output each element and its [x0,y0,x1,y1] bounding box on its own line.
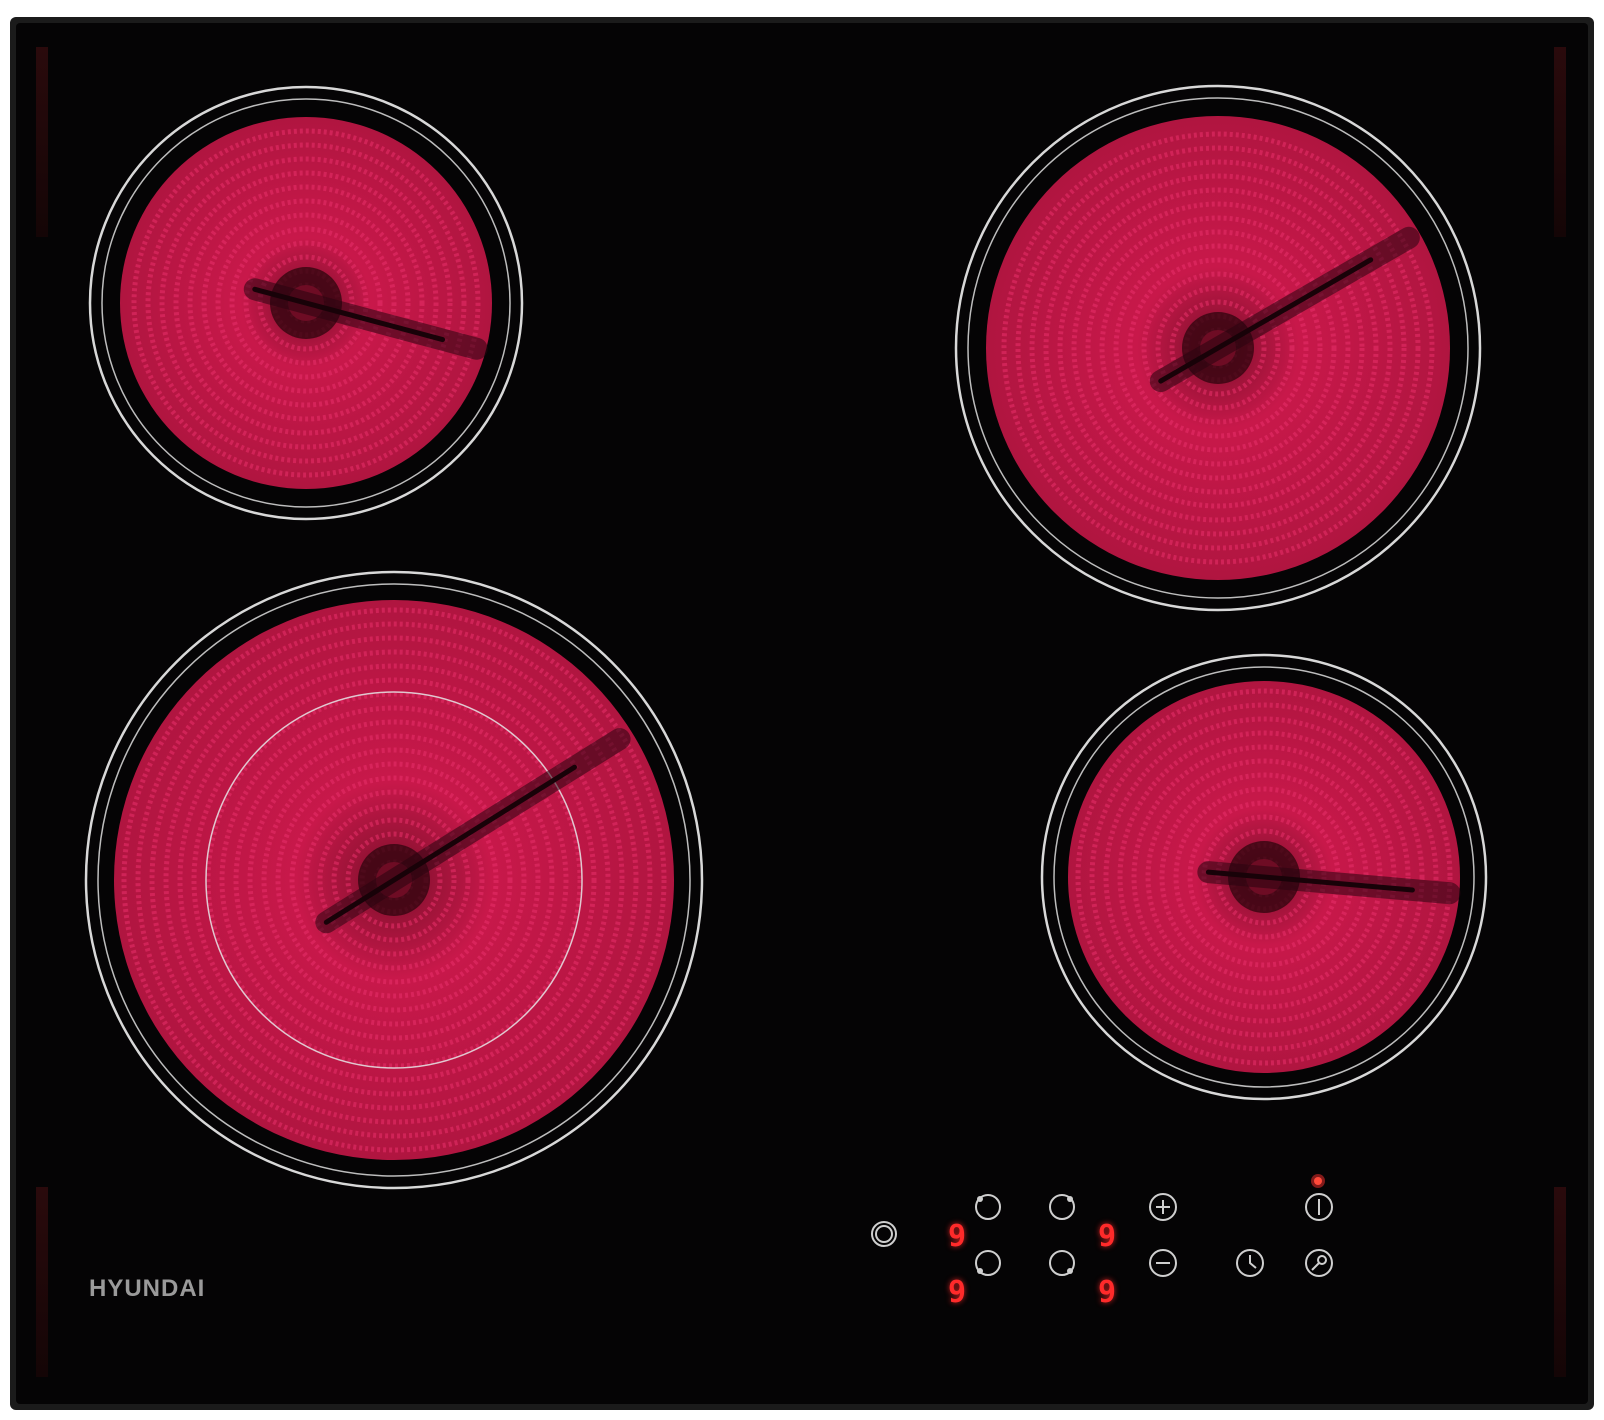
zone-position-dot [1067,1268,1073,1274]
edge-glow [36,1187,48,1377]
edge-glow [1554,1187,1566,1377]
edge-glow [1554,47,1566,237]
zone-display-rear-right: 9 [1098,1219,1117,1254]
zone-position-dot [977,1268,983,1274]
edge-glow [36,47,48,237]
zone-position-dot [977,1196,983,1202]
zone-position-dot [1067,1196,1073,1202]
power-indicator-led [1314,1177,1322,1185]
zone-display-rear-left: 9 [948,1219,967,1254]
brand-logo: HYUNDAI [89,1275,206,1302]
zone-display-front-left: 9 [948,1275,967,1310]
cooktop-glass-panel [10,17,1594,1410]
zone-display-front-right: 9 [1098,1275,1117,1310]
